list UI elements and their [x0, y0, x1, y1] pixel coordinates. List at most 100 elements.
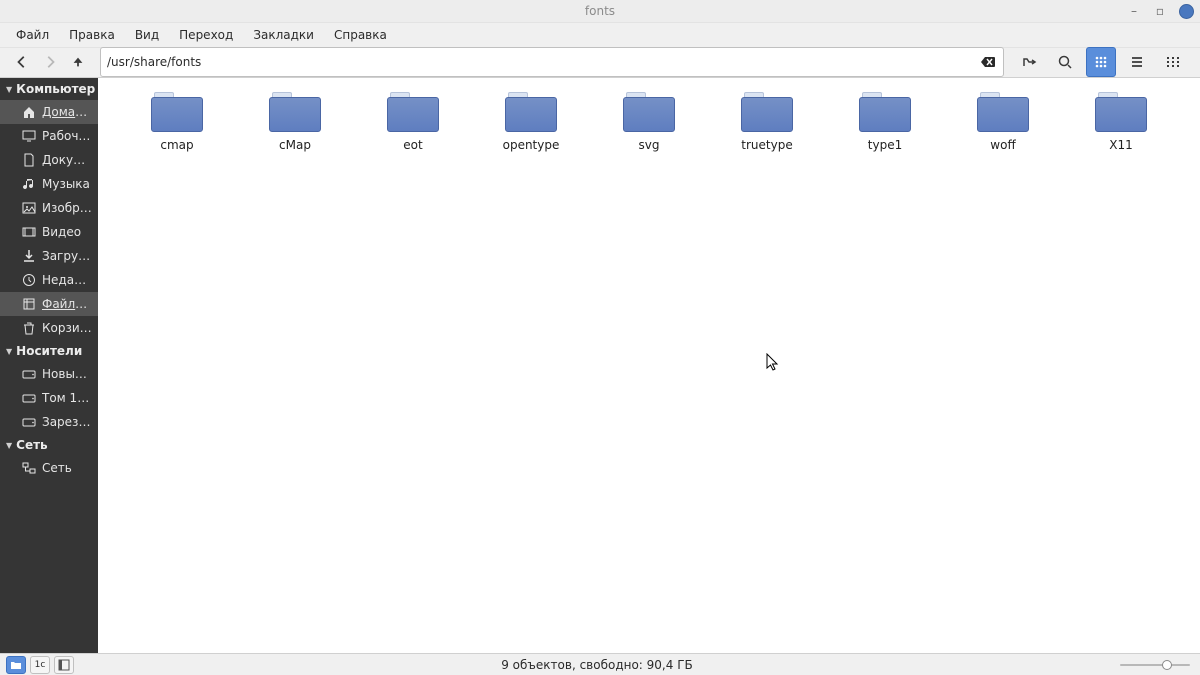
menu-view[interactable]: Вид [125, 23, 169, 47]
sidebar-item-label: Том 14… [42, 391, 92, 405]
sidebar-section-label: Носители [16, 344, 82, 358]
download-icon [22, 249, 36, 263]
folder-item[interactable]: cMap [236, 92, 354, 152]
sidebar-item-label: Видео [42, 225, 81, 239]
menu-edit[interactable]: Правка [59, 23, 125, 47]
menu-file[interactable]: Файл [6, 23, 59, 47]
menu-go[interactable]: Переход [169, 23, 243, 47]
nav-up-button[interactable] [70, 54, 86, 70]
folder-label: svg [639, 138, 660, 152]
folder-item[interactable]: X11 [1062, 92, 1180, 152]
sidebar-item-label: Изобр… [42, 201, 92, 215]
minimize-button[interactable]: – [1127, 4, 1141, 18]
sidebar-section-label: Сеть [16, 438, 48, 452]
folder-label: opentype [503, 138, 560, 152]
sidebar-item-label: Зарезе… [42, 415, 92, 429]
sidebar-item[interactable]: Зарезе… [0, 410, 98, 434]
disclosure-triangle-icon: ▼ [6, 441, 12, 450]
menu-bookmarks[interactable]: Закладки [243, 23, 324, 47]
sidebar-section-header[interactable]: ▼ Компьютер [0, 78, 98, 100]
recent-icon [22, 273, 36, 287]
arrow-up-icon [71, 55, 85, 69]
sidebar-section-header[interactable]: ▼ Сеть [0, 434, 98, 456]
sidebar-item[interactable]: Домаш… [0, 100, 98, 124]
location-path: /usr/share/fonts [107, 55, 201, 69]
folder-item[interactable]: cmap [118, 92, 236, 152]
mouse-cursor [766, 353, 780, 377]
folder-icon [10, 659, 22, 671]
search-icon [1057, 54, 1073, 70]
document-icon [22, 153, 36, 167]
sidebar-item-label: Недавн… [42, 273, 92, 287]
sidebar-item[interactable]: Новый … [0, 362, 98, 386]
sidebar-item[interactable]: Докуме… [0, 148, 98, 172]
folder-icon [977, 92, 1029, 132]
sidebar-item[interactable]: Загрузки [0, 244, 98, 268]
sidebar-section-label: Компьютер [16, 82, 95, 96]
backspace-icon [980, 54, 996, 70]
picture-icon [22, 201, 36, 215]
view-compact-button[interactable] [1158, 47, 1188, 77]
sidebar-item[interactable]: Изобр… [0, 196, 98, 220]
file-content-area[interactable]: cmap cMap eot opentype svg truetypetype1 woff X… [98, 78, 1200, 653]
folder-label: cmap [160, 138, 193, 152]
status-bar: 1c 9 объектов, свободно: 90,4 ГБ [0, 653, 1200, 675]
folder-icon [269, 92, 321, 132]
nav-forward-button[interactable] [42, 54, 58, 70]
close-button[interactable] [1179, 4, 1194, 19]
video-icon [22, 225, 36, 239]
nav-back-button[interactable] [14, 54, 30, 70]
drive-icon [22, 415, 36, 429]
folder-item[interactable]: type1 [826, 92, 944, 152]
view-icons-button[interactable] [1086, 47, 1116, 77]
location-clear-button[interactable] [979, 53, 997, 71]
tree-icon: 1c [35, 660, 46, 670]
home-icon [22, 105, 36, 119]
folder-item[interactable]: truetype [708, 92, 826, 152]
path-toggle-icon [1021, 54, 1037, 70]
sidebar-item[interactable]: Том 14… [0, 386, 98, 410]
sidebar-item[interactable]: Корзина [0, 316, 98, 340]
folder-icon [387, 92, 439, 132]
folder-item[interactable]: eot [354, 92, 472, 152]
view-list-button[interactable] [1122, 47, 1152, 77]
folder-icon [623, 92, 675, 132]
sidebar-item[interactable]: Файло… [0, 292, 98, 316]
folder-label: cMap [279, 138, 311, 152]
folder-icon [859, 92, 911, 132]
folder-item[interactable]: woff [944, 92, 1062, 152]
sidepane-icon [58, 659, 70, 671]
folder-item[interactable]: svg [590, 92, 708, 152]
folder-icon [741, 92, 793, 132]
statusbar-tree-button[interactable]: 1c [30, 656, 50, 674]
menu-bar: Файл Правка Вид Переход Закладки Справка [0, 23, 1200, 48]
sidebar-item[interactable]: Рабочи… [0, 124, 98, 148]
statusbar-sidepane-button[interactable] [54, 656, 74, 674]
sidebar-item[interactable]: Музыка [0, 172, 98, 196]
toggle-location-button[interactable] [1014, 47, 1044, 77]
folder-item[interactable]: opentype [472, 92, 590, 152]
sidebar-item[interactable]: Видео [0, 220, 98, 244]
music-icon [22, 177, 36, 191]
desktop-icon [22, 129, 36, 143]
sidebar-item[interactable]: Недавн… [0, 268, 98, 292]
menu-help[interactable]: Справка [324, 23, 397, 47]
status-text: 9 объектов, свободно: 90,4 ГБ [74, 658, 1120, 672]
zoom-slider[interactable] [1120, 664, 1200, 666]
location-bar[interactable]: /usr/share/fonts [100, 47, 1004, 77]
disclosure-triangle-icon: ▼ [6, 85, 12, 94]
drive-icon [22, 367, 36, 381]
folder-label: woff [990, 138, 1015, 152]
statusbar-places-button[interactable] [6, 656, 26, 674]
sidebar-item-label: Корзина [42, 321, 92, 335]
sidebar-item-label: Сеть [42, 461, 72, 475]
sidebar-section-header[interactable]: ▼Носители [0, 340, 98, 362]
trash-icon [22, 321, 36, 335]
search-button[interactable] [1050, 47, 1080, 77]
title-bar: fonts – ▫ [0, 0, 1200, 23]
maximize-button[interactable]: ▫ [1153, 4, 1167, 18]
sidebar-item-label: Домаш… [42, 105, 92, 119]
compact-icon [1165, 54, 1181, 70]
toolbar: /usr/share/fonts [0, 48, 1200, 78]
sidebar-item[interactable]: Сеть [0, 456, 98, 480]
